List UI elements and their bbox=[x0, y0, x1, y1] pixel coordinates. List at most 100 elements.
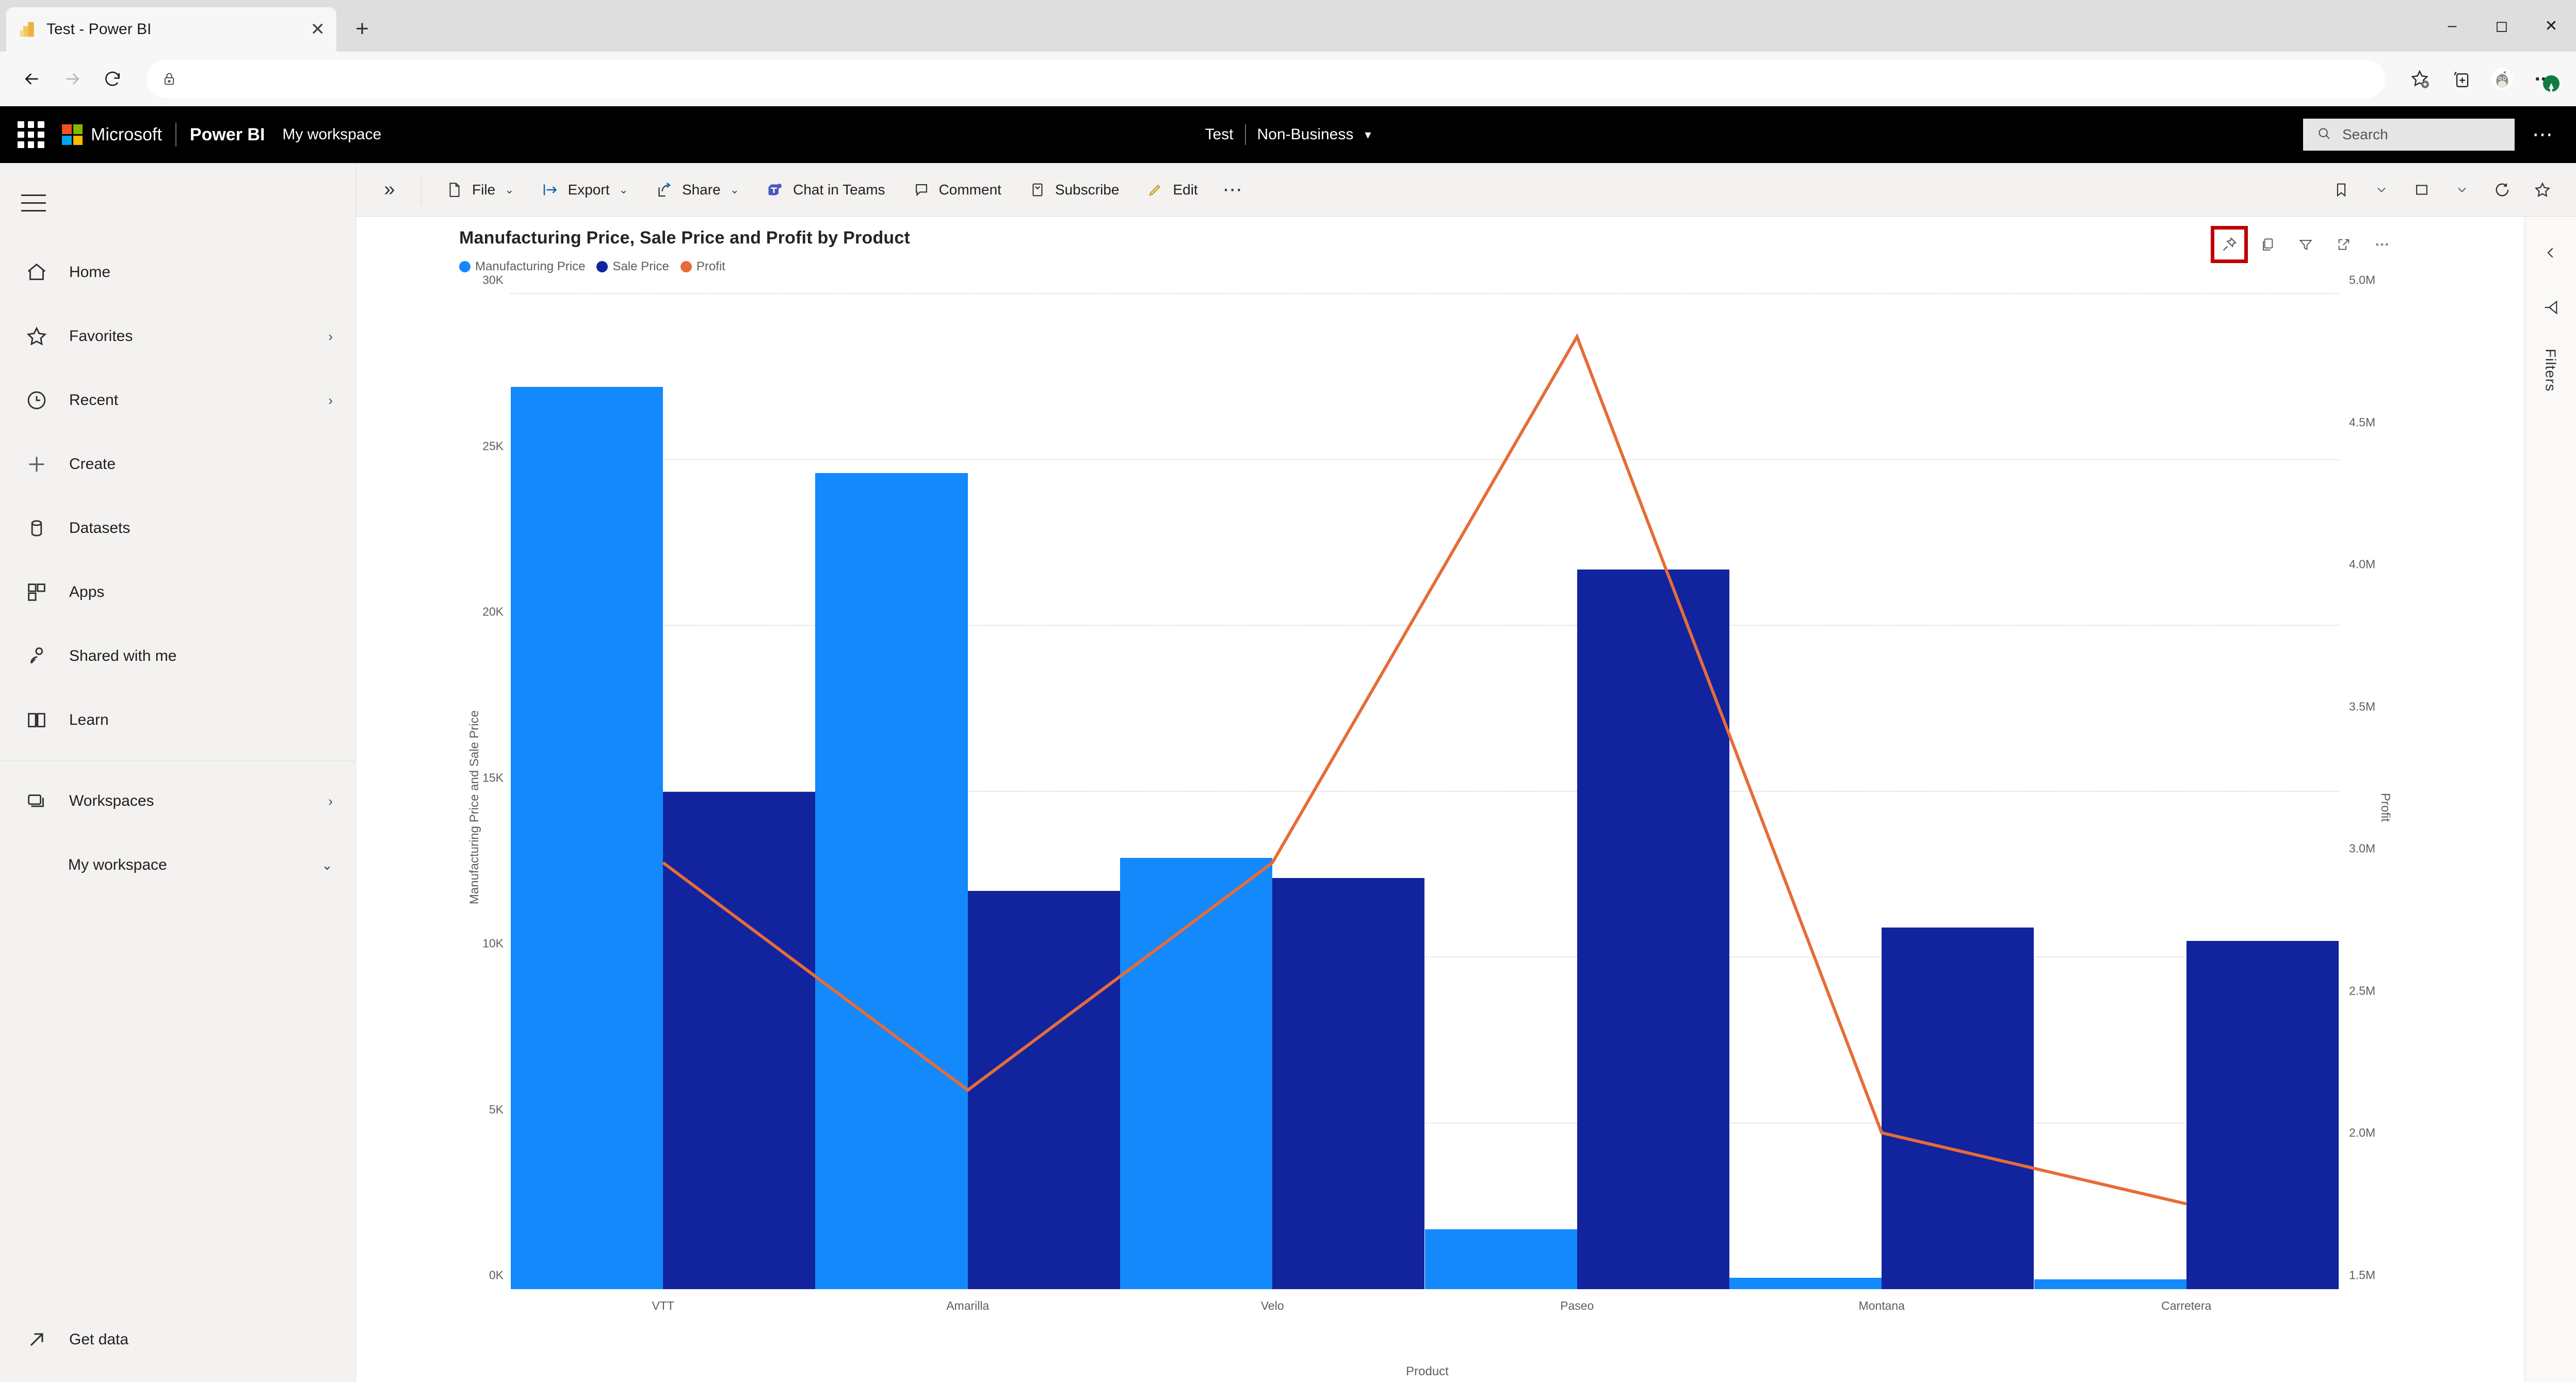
chat-in-teams-label: Chat in Teams bbox=[793, 181, 885, 198]
new-tab-button[interactable]: + bbox=[342, 8, 383, 50]
bar-pair[interactable] bbox=[2034, 294, 2339, 1289]
legend-item-profit[interactable]: Profit bbox=[680, 259, 725, 274]
ellipsis-icon[interactable]: ⋯ bbox=[1213, 178, 1253, 201]
microsoft-logo[interactable]: Microsoft bbox=[62, 124, 162, 145]
close-icon[interactable]: ✕ bbox=[311, 21, 326, 38]
chat-in-teams-button[interactable]: Chat in Teams bbox=[755, 170, 895, 210]
y-tick-right: 2.0M bbox=[2349, 1126, 2376, 1140]
bar-manufacturing-price[interactable] bbox=[511, 387, 663, 1289]
sensitivity-label[interactable]: Non-Business bbox=[1257, 126, 1354, 143]
bar-sale-price[interactable] bbox=[1882, 928, 2034, 1289]
favorite-star-icon[interactable] bbox=[2401, 60, 2439, 98]
bar-manufacturing-price[interactable] bbox=[1729, 1277, 1882, 1289]
plus-icon bbox=[23, 450, 51, 478]
chevron-right-icon[interactable]: › bbox=[328, 793, 333, 809]
header-right: Search ⋯ bbox=[2303, 119, 2558, 151]
powerbi-brand[interactable]: Power BI bbox=[190, 125, 265, 145]
double-chevron-right-icon[interactable]: » bbox=[370, 171, 409, 209]
filter-funnel-icon[interactable] bbox=[2534, 291, 2567, 324]
sidebar-item-get-data[interactable]: Get data bbox=[0, 1308, 355, 1372]
file-menu-button[interactable]: File ⌄ bbox=[434, 170, 525, 210]
bar-sale-price[interactable] bbox=[1577, 569, 1729, 1289]
collections-icon[interactable] bbox=[2442, 60, 2480, 98]
bar-pair[interactable] bbox=[815, 294, 1120, 1289]
bar-sale-price[interactable] bbox=[2186, 940, 2339, 1289]
toolbar-right-group bbox=[2322, 171, 2562, 209]
bar-manufacturing-price[interactable] bbox=[1424, 1229, 1577, 1289]
visual-action-bar bbox=[2211, 226, 2401, 263]
sidebar-item-favorites[interactable]: Favorites › bbox=[0, 304, 355, 368]
report-body: Manufacturing Price, Sale Price and Prof… bbox=[356, 217, 2576, 1382]
app-launcher-icon[interactable] bbox=[18, 121, 44, 148]
sidebar-item-learn[interactable]: Learn bbox=[0, 688, 355, 752]
comment-button[interactable]: Comment bbox=[901, 170, 1012, 210]
edit-button[interactable]: Edit bbox=[1135, 170, 1208, 210]
legend-label: Profit bbox=[696, 259, 725, 273]
bar-manufacturing-price[interactable] bbox=[1120, 858, 1273, 1289]
breadcrumb-workspace[interactable]: My workspace bbox=[282, 126, 381, 143]
bar-sale-price[interactable] bbox=[1272, 877, 1425, 1289]
bar-pair[interactable] bbox=[511, 294, 816, 1289]
subscribe-button[interactable]: Subscribe bbox=[1017, 170, 1130, 210]
chevron-down-icon[interactable] bbox=[2443, 171, 2481, 209]
browser-tab[interactable]: Test - Power BI ✕ bbox=[6, 7, 336, 52]
visual-container[interactable]: Manufacturing Price, Sale Price and Prof… bbox=[459, 228, 2395, 1382]
profile-avatar-icon[interactable] bbox=[2483, 60, 2521, 98]
legend-item-sale-price[interactable]: Sale Price bbox=[596, 259, 669, 274]
sidebar-item-create[interactable]: Create bbox=[0, 432, 355, 496]
header-divider bbox=[175, 123, 176, 147]
bookmark-icon[interactable] bbox=[2322, 171, 2360, 209]
more-options-icon[interactable] bbox=[2363, 226, 2401, 263]
reload-icon[interactable] bbox=[94, 60, 131, 97]
chevron-down-icon[interactable] bbox=[2362, 171, 2401, 209]
copy-icon[interactable] bbox=[2249, 226, 2286, 263]
bar-pair[interactable] bbox=[1424, 294, 1729, 1289]
view-icon[interactable] bbox=[2403, 171, 2441, 209]
sidebar-item-recent[interactable]: Recent › bbox=[0, 368, 355, 432]
bar-pair[interactable] bbox=[1120, 294, 1425, 1289]
settings-more-icon[interactable] bbox=[2524, 60, 2563, 98]
sidebar-item-my-workspace[interactable]: My workspace ⌄ bbox=[0, 833, 355, 897]
back-arrow-icon[interactable] bbox=[13, 60, 51, 97]
ellipsis-icon[interactable]: ⋯ bbox=[2528, 123, 2558, 147]
sidebar-item-home[interactable]: Home bbox=[0, 240, 355, 304]
bar-sale-price[interactable] bbox=[663, 791, 816, 1289]
hamburger-menu-icon[interactable] bbox=[5, 174, 62, 231]
address-bar[interactable] bbox=[147, 59, 2385, 98]
x-axis-label: Velo bbox=[1260, 1299, 1284, 1312]
bar-sale-price[interactable] bbox=[967, 891, 1120, 1289]
bar-manufacturing-price[interactable] bbox=[2034, 1279, 2186, 1289]
bar-manufacturing-price[interactable] bbox=[815, 473, 968, 1289]
share-icon bbox=[654, 180, 675, 200]
x-axis-label: VTT bbox=[652, 1299, 674, 1312]
legend-item-manufacturing-price[interactable]: Manufacturing Price bbox=[459, 259, 585, 274]
sidebar-item-apps[interactable]: Apps bbox=[0, 560, 355, 624]
chevron-down-icon[interactable]: ⌄ bbox=[321, 857, 333, 873]
sidebar-item-shared-with-me[interactable]: Shared with me bbox=[0, 624, 355, 688]
pin-visual-icon[interactable] bbox=[2211, 226, 2248, 263]
share-menu-button[interactable]: Share ⌄ bbox=[644, 170, 750, 210]
export-menu-button[interactable]: Export ⌄ bbox=[530, 170, 639, 210]
bar-pair[interactable] bbox=[1729, 294, 2034, 1289]
export-menu-label: Export bbox=[568, 181, 610, 198]
close-icon[interactable]: ✕ bbox=[2526, 0, 2576, 52]
minimize-icon[interactable]: – bbox=[2427, 0, 2477, 52]
focus-mode-icon[interactable] bbox=[2325, 226, 2362, 263]
chevron-down-icon[interactable]: ▾ bbox=[1365, 127, 1371, 142]
sidebar: Home Favorites › Recent › Create Dataset… bbox=[0, 163, 356, 1382]
filter-icon[interactable] bbox=[2287, 226, 2324, 263]
sidebar-item-workspaces[interactable]: Workspaces › bbox=[0, 769, 355, 833]
chevron-left-icon[interactable] bbox=[2534, 236, 2567, 269]
y-tick-left: 5K bbox=[489, 1102, 504, 1116]
maximize-icon[interactable]: ◻ bbox=[2477, 0, 2526, 52]
y-tick-right: 3.5M bbox=[2349, 700, 2376, 713]
favorite-star-icon[interactable] bbox=[2523, 171, 2562, 209]
chevron-right-icon[interactable]: › bbox=[328, 329, 333, 345]
refresh-icon[interactable] bbox=[2483, 171, 2521, 209]
x-axis-label: Carretera bbox=[2161, 1299, 2212, 1312]
chevron-right-icon[interactable]: › bbox=[328, 393, 333, 409]
filters-panel-label[interactable]: Filters bbox=[2542, 349, 2559, 392]
database-icon bbox=[23, 514, 51, 542]
search-input[interactable]: Search bbox=[2303, 119, 2515, 151]
sidebar-item-datasets[interactable]: Datasets bbox=[0, 496, 355, 560]
